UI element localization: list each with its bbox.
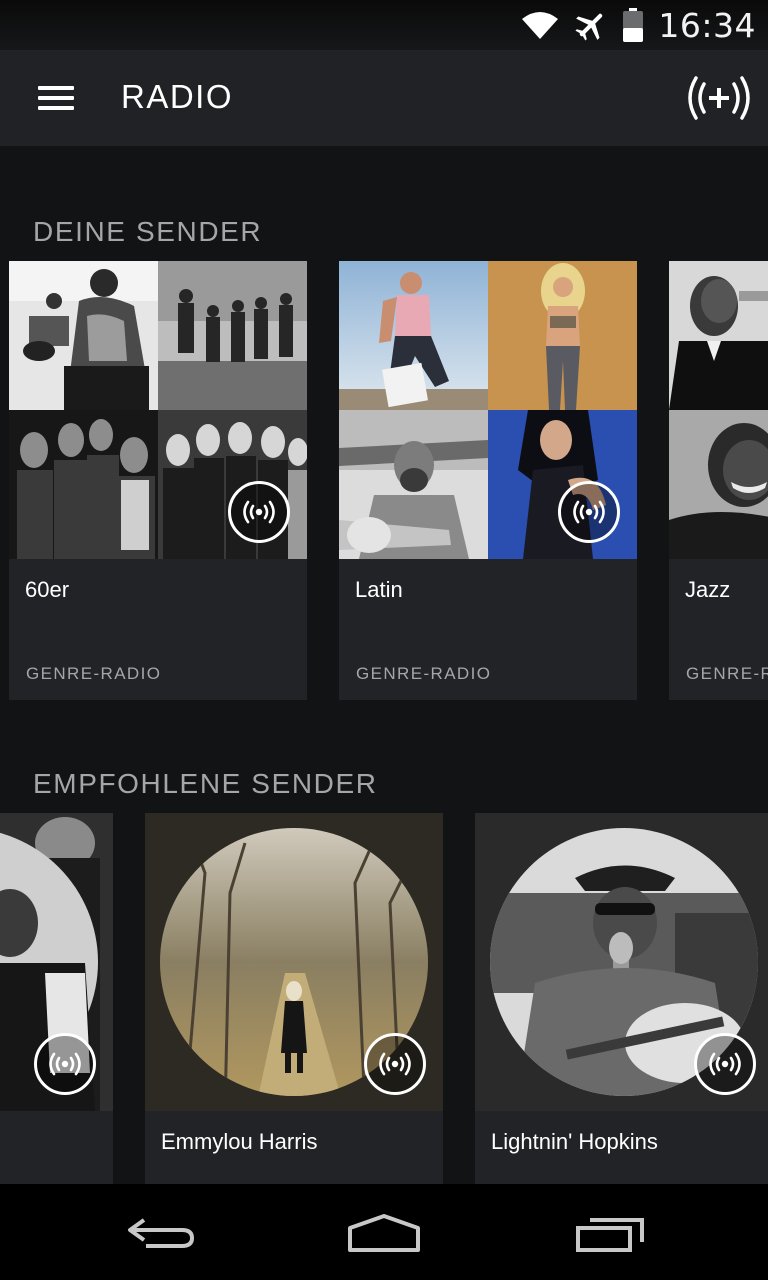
system-nav-bar bbox=[0, 1184, 768, 1280]
battery-icon bbox=[623, 8, 644, 42]
artwork-tile bbox=[488, 261, 637, 410]
station-title: Emmylou Harris bbox=[161, 1129, 318, 1154]
artwork-tile bbox=[669, 261, 768, 410]
station-type: GENRE-RADIO bbox=[686, 664, 768, 683]
radio-icon[interactable] bbox=[694, 1033, 756, 1095]
page-title: RADIO bbox=[121, 78, 234, 115]
create-station-icon[interactable] bbox=[684, 72, 754, 124]
station-title: Lightnin' Hopkins bbox=[491, 1129, 658, 1154]
artwork-tile bbox=[488, 410, 637, 559]
artwork-tile bbox=[339, 410, 488, 559]
wifi-icon bbox=[522, 12, 559, 39]
artist-station-card[interactable] bbox=[0, 813, 113, 1184]
content-scroll[interactable]: DEINE SENDER 60er GENRE-RADIO Latin GENR… bbox=[0, 146, 768, 1184]
artwork-tile bbox=[158, 410, 307, 559]
back-icon[interactable] bbox=[122, 1208, 202, 1256]
section-title-recommended: EMPFOHLENE SENDER bbox=[33, 768, 378, 799]
radio-icon[interactable] bbox=[364, 1033, 426, 1095]
artwork-tile bbox=[158, 261, 307, 410]
artwork-tile bbox=[669, 410, 768, 559]
status-bar: 16:34 bbox=[0, 0, 768, 50]
artwork-tile bbox=[9, 261, 158, 410]
recommended-stations-row[interactable]: Emmylou Harris Lightnin' Hopkins bbox=[0, 813, 768, 1184]
hamburger-menu-icon[interactable] bbox=[38, 86, 74, 110]
artist-station-card-emmylou-harris[interactable]: Emmylou Harris bbox=[145, 813, 443, 1184]
radio-icon[interactable] bbox=[34, 1033, 96, 1095]
station-card-60er[interactable]: 60er GENRE-RADIO bbox=[9, 261, 307, 700]
app-bar: RADIO bbox=[0, 50, 768, 146]
airplane-mode-icon bbox=[575, 13, 603, 41]
station-artwork-jazz bbox=[669, 261, 768, 559]
your-stations-row[interactable]: 60er GENRE-RADIO Latin GENRE-RADIO Jazz … bbox=[0, 261, 768, 701]
radio-icon[interactable] bbox=[228, 481, 290, 543]
station-title: 60er bbox=[25, 577, 70, 602]
station-card-jazz[interactable]: Jazz GENRE-RADIO bbox=[669, 261, 768, 700]
station-type: GENRE-RADIO bbox=[356, 664, 492, 683]
station-title: Latin bbox=[355, 577, 403, 602]
artwork-tile bbox=[339, 261, 488, 410]
home-icon[interactable] bbox=[344, 1208, 424, 1256]
radio-icon[interactable] bbox=[558, 481, 620, 543]
section-title-your-stations: DEINE SENDER bbox=[33, 216, 263, 247]
recent-apps-icon[interactable] bbox=[572, 1208, 652, 1256]
station-type: GENRE-RADIO bbox=[26, 664, 162, 683]
station-title: Jazz bbox=[685, 577, 731, 602]
status-clock: 16:34 bbox=[658, 5, 756, 45]
artwork-tile bbox=[9, 410, 158, 559]
station-card-latin[interactable]: Latin GENRE-RADIO bbox=[339, 261, 637, 700]
artist-station-card-lightnin-hopkins[interactable]: Lightnin' Hopkins bbox=[475, 813, 768, 1184]
